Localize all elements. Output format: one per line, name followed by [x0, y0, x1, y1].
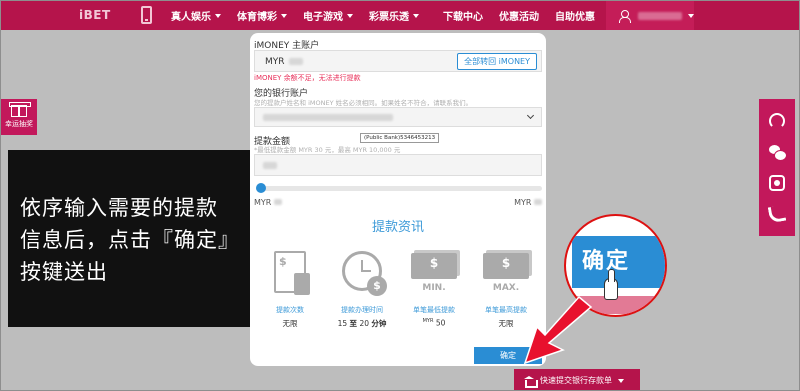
- chat-icon[interactable]: [769, 144, 787, 161]
- imoney-error-text: iMONEY 余额不足，无法进行提款: [254, 74, 361, 82]
- withdraw-modal: iMONEY 主账户 MYR 全部转回 iMONEY iMONEY 余额不足，无…: [250, 33, 546, 366]
- min-caption: MIN.: [422, 283, 446, 293]
- site-logo[interactable]: iBET: [79, 8, 111, 22]
- stat-icon-wrap: MIN.: [401, 251, 467, 299]
- stat-label: 提款办理时间: [341, 306, 383, 314]
- amount-input[interactable]: [254, 154, 542, 176]
- page-root: iBET 真人娱乐 体育博彩 电子游戏 彩票乐透 下载中心 优惠活动 自助优惠 …: [0, 0, 800, 391]
- calculator-document-icon: [274, 251, 310, 295]
- stat-number: 50: [435, 318, 446, 328]
- right-contact-bar: [759, 99, 795, 236]
- transfer-all-button[interactable]: 全部转回 iMONEY: [457, 53, 537, 70]
- pointer-hand-icon: [604, 269, 618, 300]
- stat-icon-wrap: [257, 251, 323, 299]
- stat-withdraw-count: 提款次数 无限: [257, 251, 323, 329]
- stat-value-unit: 分钟: [371, 319, 387, 328]
- user-name-redacted: [637, 11, 682, 20]
- bank-account-redacted: [263, 114, 393, 121]
- nav-item-label: 自助优惠: [555, 12, 595, 23]
- caret-down-icon: [413, 13, 419, 18]
- wechat-icon[interactable]: [769, 175, 785, 192]
- main-nav: 真人娱乐 体育博彩 电子游戏 彩票乐透 下载中心 优惠活动 自助优惠: [171, 1, 611, 30]
- max-currency: MYR: [514, 198, 532, 207]
- dollar-coin-icon: $: [367, 276, 387, 296]
- stat-label: 单笔最低提款: [413, 306, 455, 314]
- quick-deposit-label: 快速提交银行存款单: [540, 376, 612, 385]
- nav-item-label: 真人娱乐: [171, 12, 211, 23]
- instruction-text: 依序输入需要的提款信息后，点击『确定』按键送出: [20, 196, 230, 284]
- imoney-balance-field: MYR 全部转回 iMONEY: [254, 50, 542, 72]
- stat-value: 无限: [282, 319, 298, 328]
- money-icon: [411, 253, 457, 279]
- withdraw-info-title: 提款资讯: [371, 220, 424, 235]
- slider-handle[interactable]: [256, 183, 266, 193]
- magnifier-callout: 确定: [564, 214, 667, 317]
- stat-icon-wrap: $: [329, 251, 395, 299]
- withdraw-stats: 提款次数 无限 $ 提款办理时间 15 至 20 分钟 MIN. 单笔最低提款 …: [254, 251, 542, 329]
- confirm-button[interactable]: 确定: [474, 347, 542, 364]
- clock-icon: $: [342, 251, 387, 296]
- phone-icon[interactable]: [767, 205, 787, 224]
- imoney-amount-redacted: [289, 58, 303, 65]
- nav-item-label: 电子游戏: [303, 12, 343, 23]
- stat-value: 15 至 20 分钟: [329, 318, 395, 329]
- stat-value: MYR 50: [401, 318, 467, 328]
- stat-value-to-word: 至: [349, 319, 358, 328]
- calculator-icon: [294, 273, 310, 295]
- amount-slider[interactable]: [256, 183, 542, 193]
- stat-min-withdraw: MIN. 单笔最低提款 MYR 50: [401, 251, 467, 329]
- amount-value-redacted: [263, 162, 277, 169]
- bank-tooltip: (Public Bank)5346453213: [360, 133, 440, 143]
- nav-item-label: 下载中心: [443, 12, 483, 23]
- stat-max-withdraw: MAX. 单笔最高提款 无限: [473, 251, 539, 329]
- chevron-up-icon: [618, 378, 624, 383]
- bank-account-select[interactable]: [254, 107, 542, 127]
- max-caption: MAX.: [492, 283, 520, 293]
- stat-unit: MYR: [422, 318, 434, 324]
- nav-item-label: 优惠活动: [499, 12, 539, 23]
- stat-value-to: 20: [359, 319, 369, 328]
- stat-processing-time: $ 提款办理时间 15 至 20 分钟: [329, 251, 395, 329]
- nav-item-slots[interactable]: 电子游戏: [303, 8, 353, 23]
- caret-down-icon: [215, 13, 221, 18]
- imoney-currency: MYR: [265, 57, 285, 67]
- chevron-down-icon: [526, 111, 535, 120]
- lucky-draw-button[interactable]: 幸运抽奖: [1, 99, 37, 135]
- headset-icon[interactable]: [769, 112, 785, 129]
- max-value-redacted: [534, 199, 542, 205]
- nav-item-lottery[interactable]: 彩票乐透: [369, 8, 419, 23]
- stat-value-from: 15: [337, 319, 348, 328]
- nav-item-live-casino[interactable]: 真人娱乐: [171, 8, 221, 23]
- money-icon: [483, 253, 529, 279]
- magnified-confirm-button: 确定: [572, 236, 665, 288]
- nav-item-label: 体育博彩: [237, 12, 277, 23]
- bank-icon: [524, 375, 538, 388]
- amount-hint: *最低提款金额 MYR 30 元，最高 MYR 10,000 元: [254, 146, 401, 154]
- min-value-redacted: [273, 199, 282, 205]
- slider-max-label: MYR: [514, 198, 542, 207]
- stat-label: 提款次数: [276, 306, 304, 314]
- gift-icon: [9, 102, 31, 117]
- nav-item-label: 彩票乐透: [369, 12, 409, 23]
- stat-label: 单笔最高提款: [485, 306, 527, 314]
- stat-icon-wrap: MAX.: [473, 251, 539, 299]
- nav-item-self-promo[interactable]: 自助优惠: [555, 8, 595, 23]
- chevron-down-icon: [688, 13, 694, 18]
- instruction-panel: 依序输入需要的提款信息后，点击『确定』按键送出: [8, 150, 250, 327]
- nav-item-sports[interactable]: 体育博彩: [237, 8, 287, 23]
- nav-item-download[interactable]: 下载中心: [443, 8, 483, 23]
- quick-deposit-bar[interactable]: 快速提交银行存款单: [514, 369, 640, 390]
- min-currency: MYR: [254, 198, 272, 207]
- lucky-draw-label: 幸运抽奖: [5, 120, 33, 128]
- slider-min-label: MYR: [254, 198, 282, 207]
- mobile-phone-icon[interactable]: [141, 6, 152, 24]
- caret-down-icon: [347, 13, 353, 18]
- nav-item-promotions[interactable]: 优惠活动: [499, 8, 539, 23]
- stat-value: 无限: [498, 319, 514, 328]
- user-menu[interactable]: [606, 1, 694, 30]
- caret-down-icon: [281, 13, 287, 18]
- bank-account-hint: 您的提款户姓名和 iMONEY 姓名必须相同。如果姓名不符合，请联系我们。: [254, 99, 473, 107]
- top-nav-bar: iBET 真人娱乐 体育博彩 电子游戏 彩票乐透 下载中心 优惠活动 自助优惠: [1, 1, 799, 30]
- user-icon: [618, 9, 631, 23]
